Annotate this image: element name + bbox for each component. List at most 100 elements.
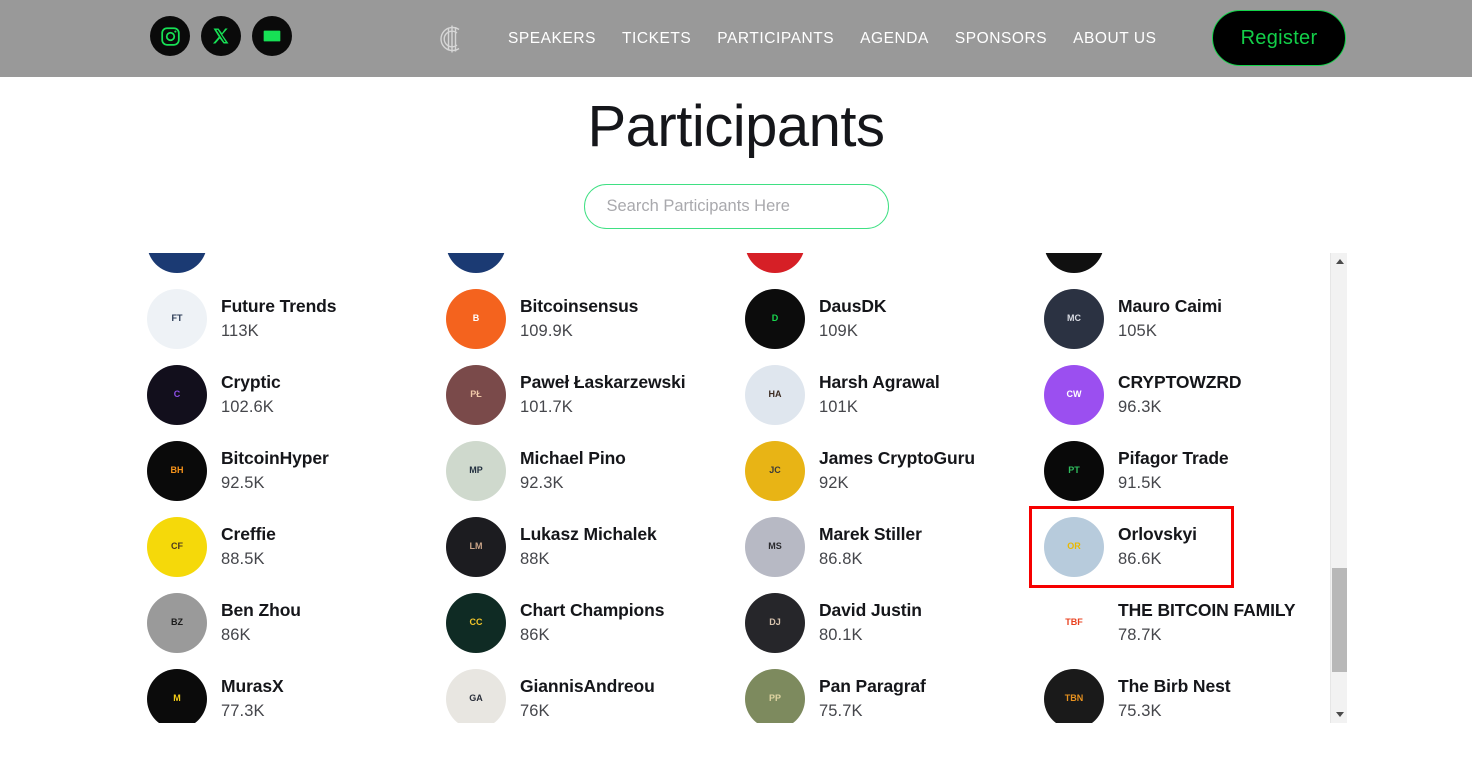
- avatar: [1044, 253, 1104, 273]
- participant-meta: James CryptoGuru 92K: [819, 446, 975, 495]
- avatar: BH: [147, 441, 207, 501]
- participant-name: THE BITCOIN FAMILY: [1118, 600, 1296, 621]
- avatar: HA: [745, 365, 805, 425]
- participant-row[interactable]: MP Michael Pino 92.3K: [444, 433, 743, 509]
- search-bar: [0, 184, 1472, 230]
- participant-row-partial[interactable]: [444, 253, 743, 281]
- participant-row[interactable]: BH BitcoinHyper 92.5K: [145, 433, 444, 509]
- participant-meta: Mauro Caimi 105K: [1118, 294, 1222, 343]
- participant-row-partial[interactable]: [743, 253, 1042, 281]
- participant-row[interactable]: C Cryptic 102.6K: [145, 357, 444, 433]
- page-title: Participants: [587, 94, 885, 159]
- participant-follower-count: 76K: [520, 701, 550, 720]
- participant-meta: Marek Stiller 86.8K: [819, 522, 922, 571]
- avatar: DJ: [745, 593, 805, 653]
- participant-meta: BitcoinHyper 92.5K: [221, 446, 329, 495]
- participant-name: Pan Paragraf: [819, 676, 926, 697]
- participant-meta: David Justin 80.1K: [819, 598, 922, 647]
- participant-follower-count: 88K: [520, 549, 550, 568]
- nav-item-tickets[interactable]: TICKETS: [609, 30, 704, 48]
- participant-follower-count: 105K: [1118, 321, 1157, 340]
- participant-row[interactable]: MC Mauro Caimi 105K: [1042, 281, 1339, 357]
- participant-name: David Justin: [819, 600, 922, 621]
- avatar: [147, 253, 207, 273]
- participant-row[interactable]: TBF THE BITCOIN FAMILY 78.7K: [1042, 585, 1339, 661]
- participant-meta: Harsh Agrawal 101K: [819, 370, 940, 419]
- participant-row[interactable]: B Bitcoinsensus 109.9K: [444, 281, 743, 357]
- participant-row[interactable]: CC Chart Champions 86K: [444, 585, 743, 661]
- participant-meta: Creffie 88.5K: [221, 522, 276, 571]
- scrollbar-thumb[interactable]: [1332, 568, 1347, 672]
- participant-row-partial[interactable]: [145, 253, 444, 281]
- participant-row[interactable]: CF Creffie 88.5K: [145, 509, 444, 585]
- avatar: JC: [745, 441, 805, 501]
- participant-follower-count: 75.7K: [819, 701, 863, 720]
- avatar: PŁ: [446, 365, 506, 425]
- brand-logo-icon[interactable]: [437, 23, 467, 55]
- participant-follower-count: 86.6K: [1118, 549, 1162, 568]
- nav-item-agenda[interactable]: AGENDA: [847, 30, 942, 48]
- participant-name: Michael Pino: [520, 448, 626, 469]
- participant-row[interactable]: DJ David Justin 80.1K: [743, 585, 1042, 661]
- participant-row[interactable]: PŁ Paweł Łaskarzewski 101.7K: [444, 357, 743, 433]
- participant-row[interactable]: BZ Ben Zhou 86K: [145, 585, 444, 661]
- participant-meta: CRYPTOWZRD 96.3K: [1118, 370, 1242, 419]
- participant-name: Orlovskyi: [1118, 524, 1197, 545]
- participant-follower-count: 88.5K: [221, 549, 265, 568]
- email-icon-button[interactable]: [252, 16, 292, 56]
- avatar: D: [745, 289, 805, 349]
- participant-row[interactable]: JC James CryptoGuru 92K: [743, 433, 1042, 509]
- participant-name: Cryptic: [221, 372, 281, 393]
- participant-follower-count: 101.7K: [520, 397, 573, 416]
- participant-name: CRYPTOWZRD: [1118, 372, 1242, 393]
- participant-row-partial[interactable]: [1042, 253, 1339, 281]
- nav-item-sponsors[interactable]: SPONSORS: [942, 30, 1060, 48]
- avatar: CW: [1044, 365, 1104, 425]
- nav-item-participants[interactable]: PARTICIPANTS: [704, 30, 847, 48]
- avatar: MS: [745, 517, 805, 577]
- participant-follower-count: 96.3K: [1118, 397, 1162, 416]
- participant-meta: Future Trends 113K: [221, 294, 336, 343]
- register-button[interactable]: Register: [1212, 10, 1346, 66]
- participant-row[interactable]: MS Marek Stiller 86.8K: [743, 509, 1042, 585]
- participant-row[interactable]: LM Lukasz Michalek 88K: [444, 509, 743, 585]
- avatar: BZ: [147, 593, 207, 653]
- participants-scrollbar[interactable]: [1330, 253, 1347, 723]
- nav-item-about-us[interactable]: ABOUT US: [1060, 30, 1169, 48]
- participant-row[interactable]: D DausDK 109K: [743, 281, 1042, 357]
- participant-row-selected[interactable]: OR Orlovskyi 86.6K: [1029, 506, 1234, 588]
- instagram-icon-button[interactable]: [150, 16, 190, 56]
- avatar: LM: [446, 517, 506, 577]
- participant-row[interactable]: PP Pan Paragraf 75.7K: [743, 661, 1042, 723]
- participant-row[interactable]: GA GiannisAndreou 76K: [444, 661, 743, 723]
- participant-follower-count: 78.7K: [1118, 625, 1162, 644]
- participant-row[interactable]: TBN The Birb Nest 75.3K: [1042, 661, 1339, 723]
- participants-grid: FT Future Trends 113K B Bitcoinsensus 109.9K D…: [145, 253, 1339, 723]
- nav-item-speakers[interactable]: SPEAKERS: [495, 30, 609, 48]
- participant-name: BitcoinHyper: [221, 448, 329, 469]
- participant-row[interactable]: M MurasX 77.3K: [145, 661, 444, 723]
- participant-follower-count: 109K: [819, 321, 858, 340]
- participant-follower-count: 92.3K: [520, 473, 564, 492]
- participant-name: GiannisAndreou: [520, 676, 655, 697]
- avatar: TBF: [1044, 593, 1104, 653]
- scroll-up-arrow-icon[interactable]: [1331, 253, 1348, 270]
- participant-row[interactable]: FT Future Trends 113K: [145, 281, 444, 357]
- participant-name: Bitcoinsensus: [520, 296, 639, 317]
- scroll-down-arrow-icon[interactable]: [1331, 706, 1348, 723]
- participant-row[interactable]: PT Pifagor Trade 91.5K: [1042, 433, 1339, 509]
- avatar: TBN: [1044, 669, 1104, 723]
- avatar: CF: [147, 517, 207, 577]
- participant-meta: Ben Zhou 86K: [221, 598, 301, 647]
- participant-row[interactable]: CW CRYPTOWZRD 96.3K: [1042, 357, 1339, 433]
- participant-follower-count: 77.3K: [221, 701, 265, 720]
- site-header: SPEAKERS TICKETS PARTICIPANTS AGENDA SPO…: [0, 0, 1472, 77]
- participant-row[interactable]: HA Harsh Agrawal 101K: [743, 357, 1042, 433]
- avatar: PT: [1044, 441, 1104, 501]
- participant-name: Pifagor Trade: [1118, 448, 1229, 469]
- avatar: B: [446, 289, 506, 349]
- search-input[interactable]: [583, 184, 889, 230]
- x-twitter-icon-button[interactable]: [201, 16, 241, 56]
- participant-meta: Cryptic 102.6K: [221, 370, 281, 419]
- participant-meta: The Birb Nest 75.3K: [1118, 674, 1231, 723]
